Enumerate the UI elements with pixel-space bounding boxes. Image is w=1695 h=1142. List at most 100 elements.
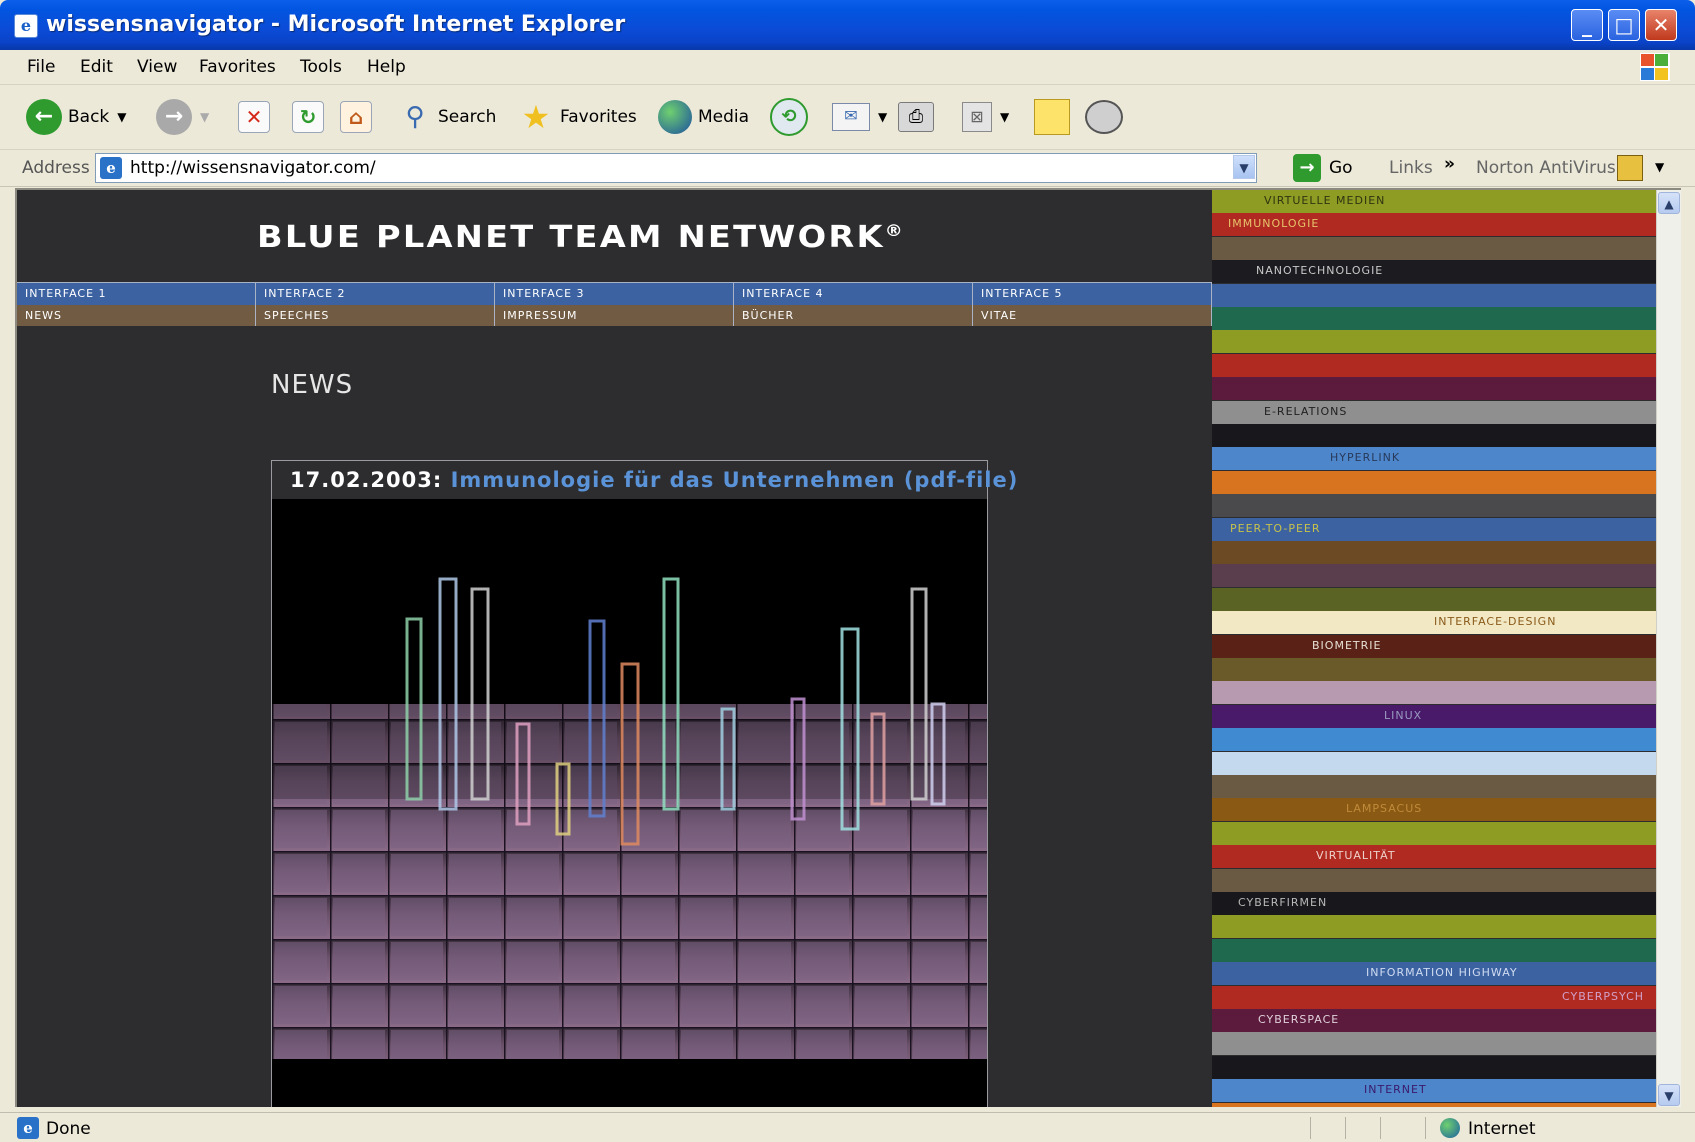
address-input[interactable]: e http://wissensnavigator.com/ ▼ [95, 153, 1257, 183]
nav-buecher[interactable]: BÜCHER [734, 305, 973, 326]
sidebar-topic-bar[interactable] [1212, 915, 1656, 938]
home-button[interactable]: ⌂ [340, 85, 372, 149]
history-button[interactable]: ⟲ [770, 85, 808, 149]
maximize-button[interactable]: □ [1608, 9, 1640, 41]
back-dropdown-icon[interactable]: ▼ [117, 110, 126, 124]
close-button[interactable]: ✕ [1645, 9, 1677, 41]
nav-speeches[interactable]: SPEECHES [256, 305, 495, 326]
toolbar: ← Back ▼ → ▼ ✕ ↻ ⌂ ⚲ Search ★ Favorites … [0, 85, 1695, 150]
sidebar-topic-bar[interactable] [1212, 681, 1656, 704]
forward-dropdown-icon[interactable]: ▼ [200, 110, 209, 124]
menu-view[interactable]: View [137, 57, 177, 77]
menu-file[interactable]: File [27, 57, 55, 77]
links-button[interactable]: Links [1389, 158, 1433, 178]
sidebar-topic-bar[interactable] [1212, 588, 1656, 611]
vertical-scrollbar[interactable]: ▲ ▼ [1656, 190, 1681, 1107]
favorites-button[interactable]: ★ Favorites [518, 85, 637, 149]
sidebar-topic-bar[interactable]: VIRTUALITÄT [1212, 845, 1656, 868]
sidebar-topic-bar[interactable] [1212, 541, 1656, 564]
edit-button[interactable]: ⊠ ▼ [962, 85, 1009, 149]
nav-interface-4[interactable]: INTERFACE 4 [734, 283, 973, 305]
sidebar-topic-bar[interactable] [1212, 939, 1656, 962]
sticky-note-icon [1034, 99, 1070, 135]
nav-interface-1[interactable]: INTERFACE 1 [17, 283, 256, 305]
sidebar-topic-label: LINUX [1384, 709, 1423, 722]
sidebar-topic-bar[interactable] [1212, 284, 1656, 307]
news-pdf-link[interactable]: Immunologie für das Unternehmen (pdf-fil… [451, 468, 1019, 492]
links-chevron-icon[interactable]: » [1444, 154, 1455, 174]
mail-button[interactable]: ✉ ▼ [832, 85, 887, 149]
menu-help[interactable]: Help [367, 57, 406, 77]
sidebar-topic-bar[interactable] [1212, 494, 1656, 517]
menu-edit[interactable]: Edit [80, 57, 113, 77]
go-arrow-icon: → [1293, 154, 1321, 182]
menu-favorites[interactable]: Favorites [199, 57, 276, 77]
sidebar-topic-bar[interactable]: LINUX [1212, 705, 1656, 728]
nav-interface-5[interactable]: INTERFACE 5 [973, 283, 1212, 305]
sidebar-topic-bar[interactable]: INFORMATION HIGHWAY [1212, 962, 1656, 985]
minimize-button[interactable]: _ [1571, 9, 1603, 41]
sidebar-topic-bar[interactable]: PEER-TO-PEER [1212, 518, 1656, 541]
sidebar-topic-bar[interactable] [1212, 564, 1656, 587]
nav-interface-2[interactable]: INTERFACE 2 [256, 283, 495, 305]
print-button[interactable]: ⎙ [898, 85, 934, 149]
sidebar-topic-bar[interactable] [1212, 307, 1656, 330]
sidebar-topic-bar[interactable] [1212, 728, 1656, 751]
nav-news[interactable]: NEWS [17, 305, 256, 326]
mail-dropdown-icon[interactable]: ▼ [878, 110, 887, 124]
edit-dropdown-icon[interactable]: ▼ [1000, 110, 1009, 124]
sidebar-topic-bar[interactable] [1212, 1103, 1656, 1107]
notes-button[interactable] [1034, 85, 1070, 149]
norton-antivirus-button[interactable]: Norton AntiVirus [1476, 158, 1616, 178]
sidebar-topic-bar[interactable]: BIOMETRIE [1212, 635, 1656, 658]
sidebar-topic-bar[interactable] [1212, 658, 1656, 681]
status-divider [1380, 1117, 1381, 1139]
sidebar-topic-bar[interactable] [1212, 377, 1656, 400]
forward-button[interactable]: → ▼ [156, 85, 209, 149]
sidebar-topic-bar[interactable]: VIRTUELLE MEDIEN [1212, 190, 1656, 213]
search-button[interactable]: ⚲ Search [398, 85, 496, 149]
address-bar: Address e http://wissensnavigator.com/ ▼… [0, 150, 1695, 187]
scroll-up-icon[interactable]: ▲ [1658, 192, 1680, 214]
sidebar-topic-bar[interactable] [1212, 354, 1656, 377]
news-header: 17.02.2003: Immunologie für das Unterneh… [290, 468, 1018, 492]
sidebar-topic-bar[interactable] [1212, 330, 1656, 353]
sidebar-topic-bar[interactable] [1212, 752, 1656, 775]
nav-vitae[interactable]: VITAE [973, 305, 1212, 326]
sidebar-topic-bar[interactable]: NANOTECHNOLOGIE [1212, 260, 1656, 283]
stop-button[interactable]: ✕ [238, 85, 270, 149]
menu-tools[interactable]: Tools [300, 57, 342, 77]
address-url: http://wissensnavigator.com/ [130, 158, 376, 178]
sidebar-topic-bar[interactable] [1212, 471, 1656, 494]
scroll-down-icon[interactable]: ▼ [1658, 1084, 1680, 1106]
sidebar-topic-bar[interactable]: INTERNET [1212, 1079, 1656, 1102]
title-bar: e wissensnavigator - Microsoft Internet … [0, 0, 1695, 50]
sidebar-topic-bar[interactable]: LAMPSACUS [1212, 798, 1656, 821]
nav-impressum[interactable]: IMPRESSUM [495, 305, 734, 326]
sidebar-topic-bar[interactable] [1212, 869, 1656, 892]
sidebar-topic-bar[interactable] [1212, 1032, 1656, 1055]
sidebar-topic-label: CYBERSPACE [1258, 1013, 1340, 1026]
sidebar-topic-bar[interactable]: IMMUNOLOGIE [1212, 213, 1656, 236]
back-button[interactable]: ← Back ▼ [26, 85, 127, 149]
address-dropdown-icon[interactable]: ▼ [1233, 155, 1255, 179]
norton-dropdown-icon[interactable]: ▼ [1655, 160, 1664, 174]
go-button[interactable]: → Go [1293, 154, 1353, 182]
sidebar-topic-bar[interactable]: CYBERSPACE [1212, 1009, 1656, 1032]
sidebar-topic-bar[interactable] [1212, 1056, 1656, 1079]
sidebar-topic-bar[interactable]: CYBERFIRMEN [1212, 892, 1656, 915]
nav-interface-3[interactable]: INTERFACE 3 [495, 283, 734, 305]
refresh-button[interactable]: ↻ [292, 85, 324, 149]
sidebar-topic-bar[interactable]: E-RELATIONS [1212, 401, 1656, 424]
sidebar-topic-bar[interactable]: CYBERPSYCH [1212, 986, 1656, 1009]
messenger-button[interactable] [1085, 85, 1123, 149]
sidebar-topic-bar[interactable] [1212, 775, 1656, 798]
sidebar-topic-bar[interactable] [1212, 822, 1656, 845]
sidebar-topic-bar[interactable] [1212, 237, 1656, 260]
sidebar-topic-bar[interactable]: INTERFACE-DESIGN [1212, 611, 1656, 634]
sidebar-topic-bar[interactable] [1212, 424, 1656, 447]
media-button[interactable]: Media [658, 85, 749, 149]
page-viewport: BLUE PLANET TEAM NETWORK® INTERFACE 1 IN… [15, 188, 1681, 1107]
sidebar-topic-bar[interactable]: HYPERLINK [1212, 447, 1656, 470]
norton-icon[interactable] [1617, 155, 1643, 181]
